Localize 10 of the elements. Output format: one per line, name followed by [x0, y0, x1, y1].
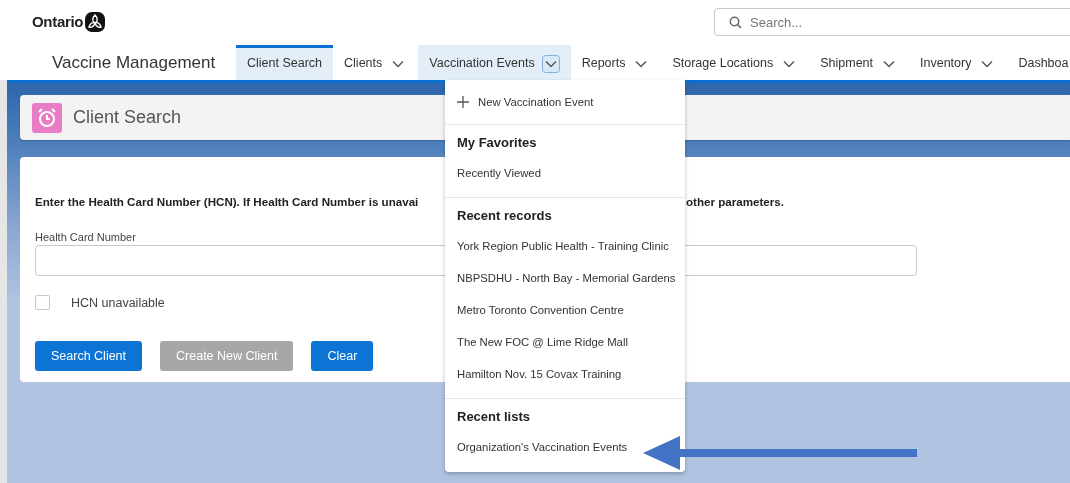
menu-section-heading: Recent lists [456, 408, 531, 426]
menu-section-heading: My Favorites [456, 134, 538, 152]
app-title: Vaccine Management [52, 52, 214, 73]
page-title: Client Search [73, 107, 182, 128]
menu-section-heading: Recent records [456, 207, 553, 225]
instruction-text: other parameters. [686, 195, 784, 208]
brand-name: Ontario [32, 13, 84, 30]
checkbox-label: HCN unavailable [71, 295, 165, 310]
instruction-text: Enter the Health Card Number (HCN). If Health Card Number is unavai [35, 195, 420, 208]
field-label: Health Card Number [35, 231, 136, 243]
